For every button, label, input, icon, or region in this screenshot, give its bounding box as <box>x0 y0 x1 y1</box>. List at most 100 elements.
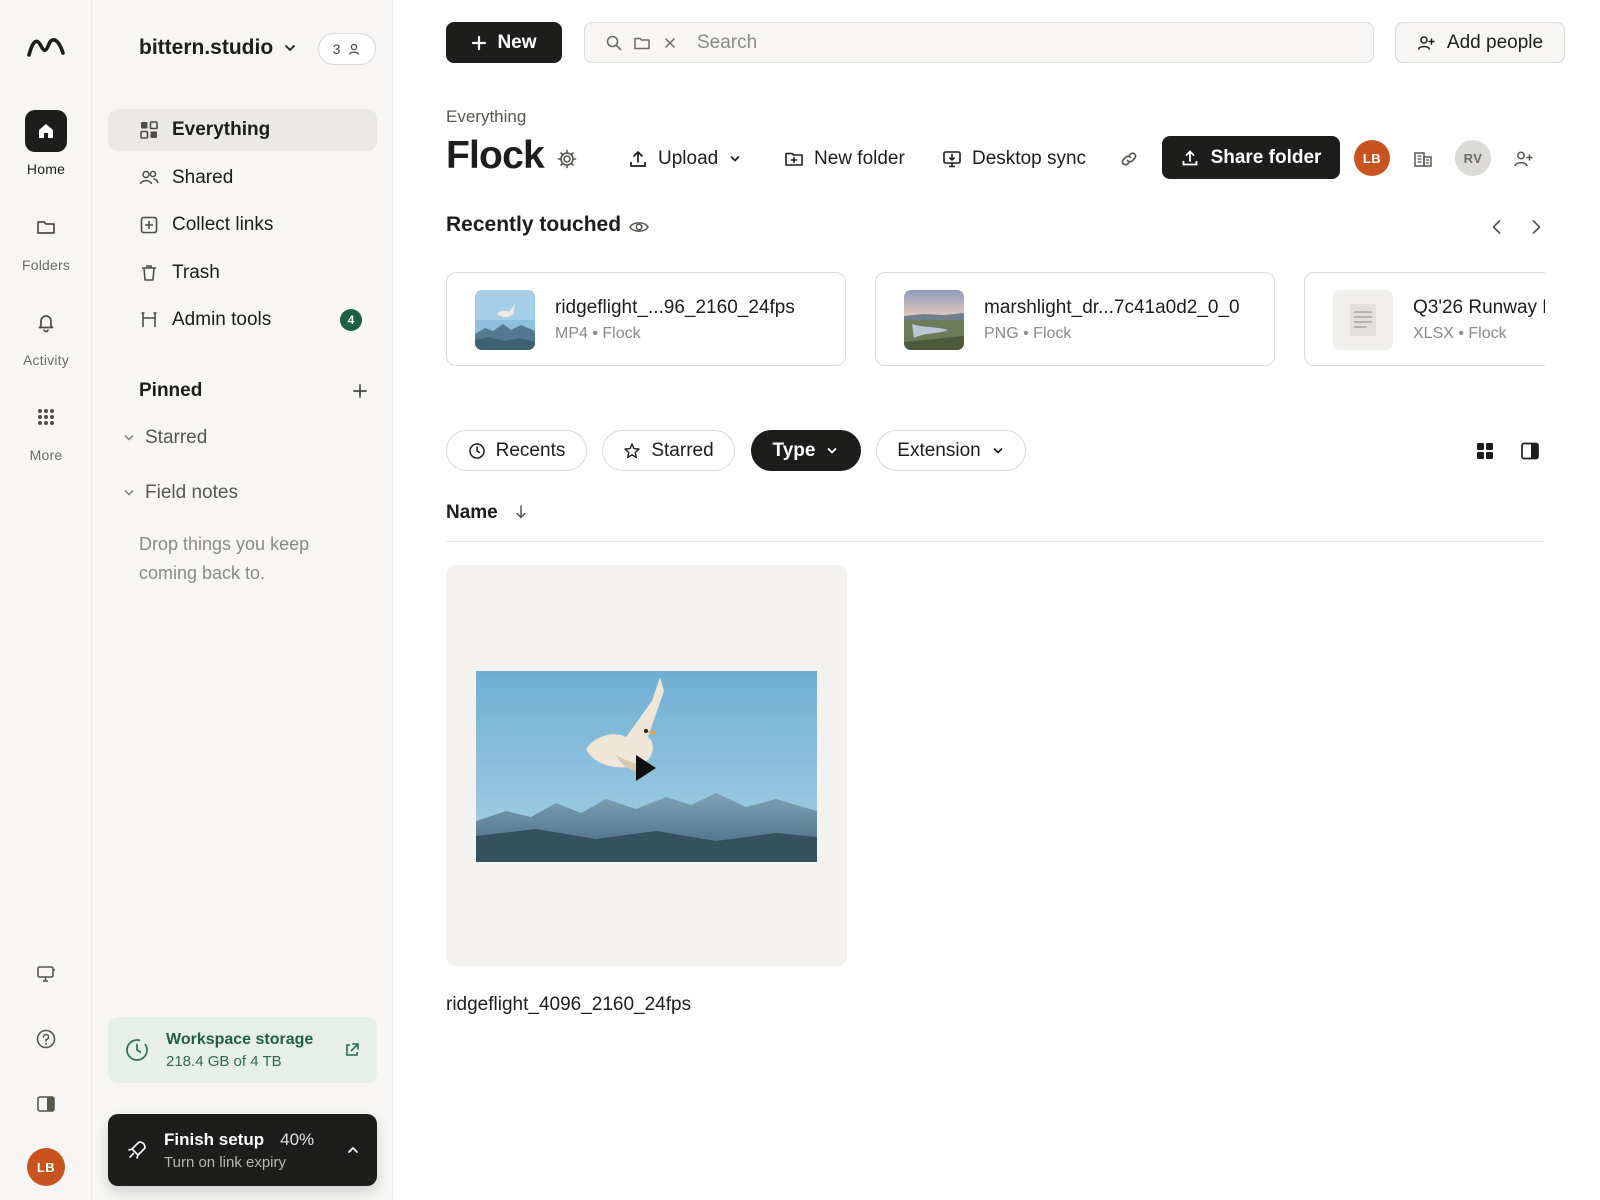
new-button-label: New <box>497 31 537 53</box>
dashboard-icon <box>138 119 160 141</box>
storage-usage: 218.4 GB of 4 TB <box>166 1052 282 1070</box>
image-thumbnail <box>904 290 964 350</box>
user-icon <box>347 42 361 56</box>
recent-file-name: ridgeflight_...96_2160_24fps <box>555 297 795 318</box>
clock-icon <box>124 1037 150 1063</box>
eye-icon[interactable] <box>628 216 650 238</box>
building-icon[interactable] <box>1412 148 1434 170</box>
details-panel-icon[interactable] <box>1519 440 1541 462</box>
sidebar-item-trash[interactable]: Trash <box>108 252 377 294</box>
filter-type[interactable]: Type <box>751 430 861 471</box>
gear-icon[interactable] <box>556 148 578 170</box>
chevron-left-icon[interactable] <box>1486 216 1508 238</box>
folder-scope-icon[interactable] <box>633 34 651 52</box>
new-button[interactable]: New <box>446 22 562 63</box>
share-upload-icon <box>1181 149 1199 167</box>
chevron-down-icon <box>991 444 1005 458</box>
new-folder-label: New folder <box>814 148 905 169</box>
desktop-sync-button[interactable]: Desktop sync <box>942 144 1086 174</box>
plus-icon <box>471 35 487 51</box>
add-people-label: Add people <box>1446 31 1544 53</box>
add-pinned-icon[interactable] <box>348 379 372 403</box>
admin-badge: 4 <box>340 309 362 331</box>
storage-card[interactable]: Workspace storage 218.4 GB of 4 TB <box>108 1017 377 1083</box>
workspace-name: bittern.studio <box>139 36 274 59</box>
video-preview <box>476 671 817 862</box>
finish-setup-card[interactable]: Finish setup 40% Turn on link expiry <box>108 1114 377 1186</box>
grid-icon <box>25 396 67 438</box>
setup-percent: 40% <box>280 1129 315 1149</box>
chevron-right-icon[interactable] <box>1525 216 1547 238</box>
pinned-heading: Pinned <box>139 380 203 401</box>
storage-title: Workspace storage <box>166 1030 314 1048</box>
divider <box>446 541 1545 542</box>
sidebar-item-label: Trash <box>172 261 220 283</box>
user-avatar[interactable]: LB <box>27 1148 65 1186</box>
rail-label: Home <box>26 161 66 177</box>
copy-link-icon[interactable] <box>1118 148 1140 170</box>
pinned-group-starred[interactable]: Starred <box>122 427 207 449</box>
recent-file-card[interactable]: Q3'26 Runway P XLSX • Flock <box>1304 272 1545 366</box>
filter-starred[interactable]: Starred <box>602 430 735 471</box>
rail-label: More <box>29 447 63 463</box>
breadcrumb[interactable]: Everything <box>446 107 526 127</box>
arrow-down-icon[interactable] <box>512 503 530 521</box>
pinned-group-field-notes[interactable]: Field notes <box>122 482 238 504</box>
desktop-sync-icon <box>942 149 962 169</box>
users-icon <box>138 167 160 189</box>
chevron-up-icon <box>345 1142 361 1158</box>
share-folder-button[interactable]: Share folder <box>1162 136 1340 179</box>
filter-recents[interactable]: Recents <box>446 430 587 471</box>
rail-item-activity[interactable]: Activity <box>0 301 92 368</box>
collect-icon <box>138 214 160 236</box>
help-icon[interactable] <box>29 1022 63 1056</box>
search-input[interactable] <box>697 31 1297 54</box>
sidebar-nav: Everything Shared Collect links Trash Ad… <box>108 109 377 347</box>
member-count-button[interactable]: 3 <box>318 33 376 65</box>
grid-view-icon[interactable] <box>1474 440 1496 462</box>
workspace-switcher[interactable]: bittern.studio <box>139 36 297 60</box>
sidebar-item-shared[interactable]: Shared <box>108 157 377 199</box>
rail-item-home[interactable]: Home <box>0 110 92 177</box>
sidebar-item-everything[interactable]: Everything <box>108 109 377 151</box>
setup-subtitle: Turn on link expiry <box>164 1153 286 1171</box>
rail-item-folders[interactable]: Folders <box>0 206 92 273</box>
sidebar-item-collect-links[interactable]: Collect links <box>108 204 377 246</box>
desktop-icon[interactable] <box>29 957 63 991</box>
filter-label: Type <box>772 439 816 461</box>
file-tile-name[interactable]: ridgeflight_4096_2160_24fps <box>446 994 691 1016</box>
spreadsheet-icon <box>1333 290 1393 350</box>
filter-label: Recents <box>495 439 566 461</box>
invite-user-icon[interactable] <box>1512 148 1534 170</box>
upload-button[interactable]: Upload <box>628 144 742 174</box>
sort-by-name[interactable]: Name <box>446 502 498 524</box>
folder-icon <box>25 206 67 248</box>
app-logo-icon[interactable] <box>26 34 66 58</box>
sidebar-item-admin-tools[interactable]: Admin tools 4 <box>108 299 377 341</box>
recent-file-name: marshlight_dr...7c41a0d2_0_0 <box>984 297 1240 318</box>
upload-icon <box>628 149 648 169</box>
pinned-group-label: Starred <box>145 427 208 448</box>
file-tile[interactable] <box>446 565 847 966</box>
new-folder-button[interactable]: New folder <box>784 144 905 174</box>
member-avatar[interactable]: LB <box>1354 140 1390 176</box>
share-folder-label: Share folder <box>1210 146 1322 168</box>
admin-icon <box>138 309 160 331</box>
filter-extension[interactable]: Extension <box>876 430 1026 471</box>
pinned-empty-hint: Drop things you keep coming back to. <box>139 534 310 583</box>
rail-label: Activity <box>23 352 69 368</box>
rail-item-more[interactable]: More <box>0 396 92 463</box>
rail-label: Folders <box>21 257 71 273</box>
page-title: Flock <box>446 134 545 177</box>
add-people-button[interactable]: Add people <box>1395 22 1565 63</box>
recent-file-meta: PNG • Flock <box>984 325 1072 342</box>
panel-icon[interactable] <box>29 1087 63 1121</box>
recent-file-meta: XLSX • Flock <box>1413 325 1507 342</box>
recent-file-card[interactable]: ridgeflight_...96_2160_24fps MP4 • Flock <box>446 272 846 366</box>
recent-file-card[interactable]: marshlight_dr...7c41a0d2_0_0 PNG • Flock <box>875 272 1275 366</box>
member-avatar[interactable]: RV <box>1455 140 1491 176</box>
search-bar[interactable] <box>584 22 1374 63</box>
chevron-down-icon <box>283 41 297 55</box>
clear-scope-icon[interactable] <box>661 34 679 52</box>
chevron-down-icon <box>122 431 136 445</box>
